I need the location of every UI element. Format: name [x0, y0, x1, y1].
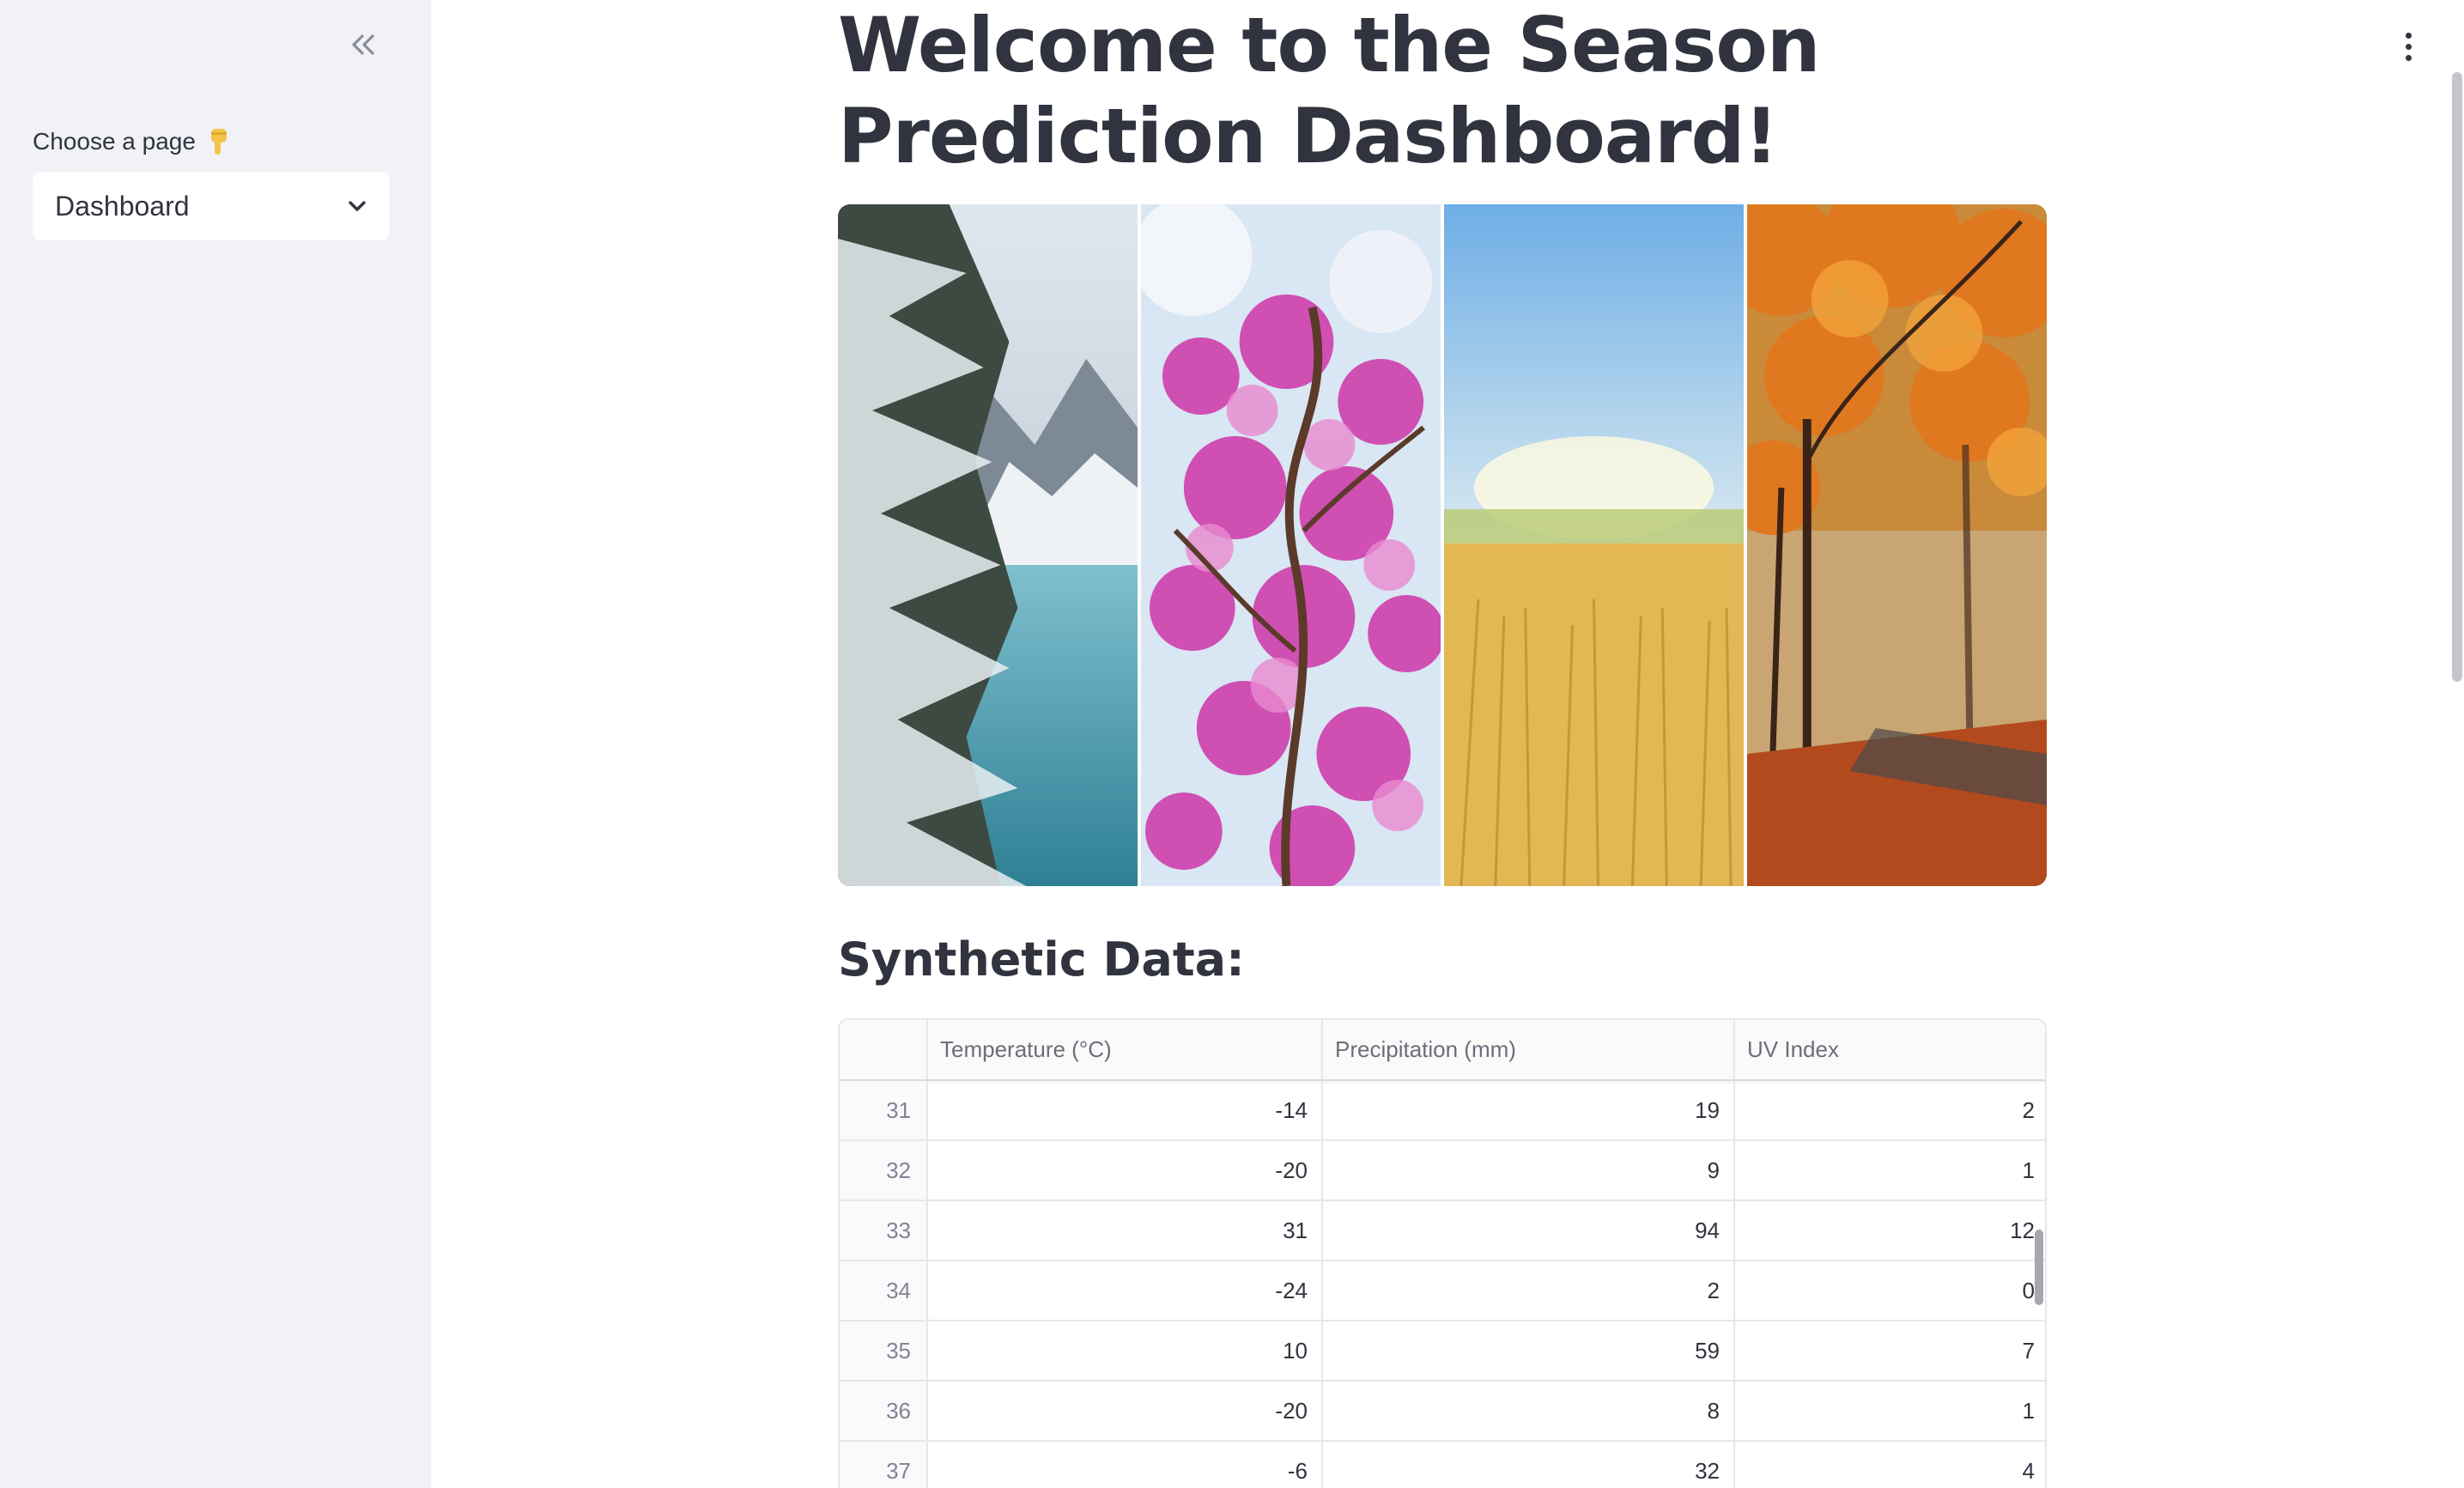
winter-panel: [838, 204, 1138, 886]
table-row: 32 -20 9 1: [840, 1140, 2045, 1201]
vertical-ellipsis-icon: [2405, 32, 2412, 61]
pointing-down-hand-icon: [210, 129, 227, 155]
precipitation-cell[interactable]: 32: [1322, 1441, 1735, 1488]
uv-index-cell[interactable]: 2: [1734, 1080, 2045, 1141]
page-title: Welcome to the Season Prediction Dashboa…: [838, 1, 1821, 180]
summer-panel: [1444, 204, 1744, 886]
row-index-cell[interactable]: 36: [840, 1381, 928, 1442]
spring-panel: [1141, 204, 1441, 886]
sidebar: Choose a page Dashboard: [0, 0, 431, 1488]
row-index-cell[interactable]: 33: [840, 1200, 928, 1261]
page-select-label: Choose a page: [33, 127, 232, 156]
row-index-cell[interactable]: 35: [840, 1321, 928, 1382]
uv-index-cell[interactable]: 4: [1734, 1441, 2045, 1488]
table-row: 37 -6 32 4: [840, 1441, 2045, 1488]
row-index-cell[interactable]: 37: [840, 1441, 928, 1488]
page-select[interactable]: Dashboard: [33, 172, 390, 240]
section-heading: Synthetic Data:: [838, 932, 1245, 987]
column-header-index[interactable]: [840, 1020, 928, 1081]
column-header-precipitation[interactable]: Precipitation (mm): [1322, 1020, 1735, 1081]
precipitation-cell[interactable]: 9: [1322, 1140, 1735, 1201]
uv-index-cell[interactable]: 7: [1734, 1321, 2045, 1382]
table-row: 33 31 94 12: [840, 1200, 2045, 1261]
table-scrollbar[interactable]: [2035, 1230, 2043, 1305]
temperature-cell[interactable]: -20: [927, 1140, 1323, 1201]
main-menu-button[interactable]: [2395, 29, 2421, 64]
temperature-cell[interactable]: -14: [927, 1080, 1323, 1141]
synthetic-data-table[interactable]: Temperature (°C) Precipitation (mm) UV I…: [838, 1018, 2047, 1488]
table-row: 34 -24 2 0: [840, 1260, 2045, 1321]
table-row: 31 -14 19 2: [840, 1080, 2045, 1141]
precipitation-cell[interactable]: 19: [1322, 1080, 1735, 1141]
precipitation-cell[interactable]: 8: [1322, 1381, 1735, 1442]
temperature-cell[interactable]: -20: [927, 1381, 1323, 1442]
autumn-panel: [1747, 204, 2047, 886]
precipitation-cell[interactable]: 2: [1322, 1260, 1735, 1321]
uv-index-cell[interactable]: 0: [1734, 1260, 2045, 1321]
double-chevron-left-icon: [352, 34, 374, 55]
uv-index-cell[interactable]: 12: [1734, 1200, 2045, 1261]
column-header-temperature[interactable]: Temperature (°C): [927, 1020, 1323, 1081]
row-index-cell[interactable]: 31: [840, 1080, 928, 1141]
uv-index-cell[interactable]: 1: [1734, 1140, 2045, 1201]
chevron-down-icon: [349, 201, 366, 211]
temperature-cell[interactable]: -24: [927, 1260, 1323, 1321]
table-header-row: Temperature (°C) Precipitation (mm) UV I…: [840, 1020, 2045, 1081]
page-select-value: Dashboard: [55, 190, 190, 222]
page-scrollbar[interactable]: [2452, 72, 2462, 682]
precipitation-cell[interactable]: 59: [1322, 1321, 1735, 1382]
temperature-cell[interactable]: -6: [927, 1441, 1323, 1488]
column-header-uv-index[interactable]: UV Index: [1734, 1020, 2045, 1081]
temperature-cell[interactable]: 10: [927, 1321, 1323, 1382]
table-row: 36 -20 8 1: [840, 1381, 2045, 1442]
uv-index-cell[interactable]: 1: [1734, 1381, 2045, 1442]
row-index-cell[interactable]: 32: [840, 1140, 928, 1201]
seasons-hero-image: [838, 204, 2047, 886]
collapse-sidebar-button[interactable]: [342, 27, 385, 62]
precipitation-cell[interactable]: 94: [1322, 1200, 1735, 1261]
temperature-cell[interactable]: 31: [927, 1200, 1323, 1261]
table-row: 35 10 59 7: [840, 1321, 2045, 1382]
page-select-label-text: Choose a page: [33, 128, 196, 155]
row-index-cell[interactable]: 34: [840, 1260, 928, 1321]
